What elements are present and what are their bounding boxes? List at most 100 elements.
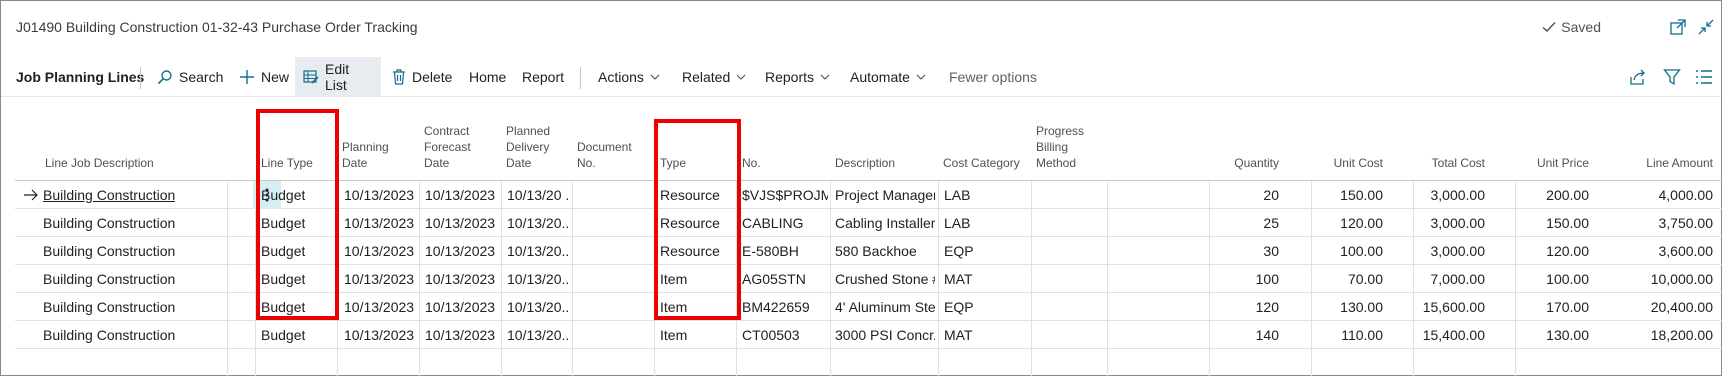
header-contract-forecast-date[interactable]: Contract Forecast Date	[424, 123, 471, 171]
cell-total-cost[interactable]: 7,000.00	[1431, 265, 1486, 293]
cell-unit-cost[interactable]: 150.00	[1340, 181, 1383, 209]
empty-new-row[interactable]	[15, 349, 1722, 376]
cell-total-cost[interactable]: 15,600.00	[1423, 293, 1485, 321]
cell-unit-price[interactable]: 100.00	[1546, 265, 1589, 293]
header-unit-cost[interactable]: Unit Cost	[1334, 155, 1383, 171]
cell-planned-delivery-date[interactable]: 10/13/20...	[507, 237, 569, 265]
cell-line-job-description[interactable]: Building Construction	[43, 321, 175, 349]
cell-total-cost[interactable]: 3,000.00	[1431, 209, 1486, 237]
cell-cost-category[interactable]: LAB	[944, 209, 970, 237]
cell-planning-date[interactable]: 10/13/2023	[344, 265, 414, 293]
cell-unit-price[interactable]: 200.00	[1546, 181, 1589, 209]
cell-line-amount[interactable]: 3,750.00	[1659, 209, 1714, 237]
cell-line-job-description[interactable]: Building Construction	[43, 209, 175, 237]
cell-line-amount[interactable]: 20,400.00	[1651, 293, 1713, 321]
cell-quantity[interactable]: 20	[1263, 181, 1279, 209]
cell-planned-delivery-date[interactable]: 10/13/20...	[507, 265, 569, 293]
cell-description[interactable]: Crushed Stone #2	[835, 265, 935, 293]
reports-menu[interactable]: Reports	[757, 57, 838, 97]
collapse-icon[interactable]	[1697, 18, 1715, 36]
cell-no[interactable]: E-580BH	[742, 237, 828, 265]
cell-no[interactable]: AG05STN	[742, 265, 828, 293]
cell-contract-forecast-date[interactable]: 10/13/2023	[425, 321, 495, 349]
share-icon[interactable]	[1629, 68, 1647, 86]
edit-list-button[interactable]: Edit List	[295, 57, 381, 97]
search-button[interactable]: Search	[149, 57, 231, 97]
cell-unit-cost[interactable]: 130.00	[1340, 293, 1383, 321]
cell-planned-delivery-date[interactable]: 10/13/20 ...	[507, 181, 569, 209]
cell-line-type[interactable]: Budget	[261, 321, 305, 349]
cell-cost-category[interactable]: MAT	[944, 321, 973, 349]
cell-line-job-description[interactable]: Building Construction	[43, 237, 175, 265]
cell-line-job-description[interactable]: Building Construction	[43, 293, 175, 321]
delete-button[interactable]: Delete	[384, 57, 460, 97]
header-planning-date[interactable]: Planning Date	[342, 139, 389, 171]
cell-planned-delivery-date[interactable]: 10/13/20...	[507, 293, 569, 321]
cell-unit-cost[interactable]: 100.00	[1340, 237, 1383, 265]
table-row[interactable]: Building Construction Budget 10/13/2023 10/…	[15, 321, 1722, 349]
header-quantity[interactable]: Quantity	[1234, 155, 1279, 171]
cell-quantity[interactable]: 25	[1263, 209, 1279, 237]
actions-menu[interactable]: Actions	[590, 57, 668, 97]
cell-no[interactable]: CT00503	[742, 321, 828, 349]
home-menu[interactable]: Home	[461, 57, 514, 97]
header-no[interactable]: No.	[742, 155, 761, 171]
cell-quantity[interactable]: 100	[1256, 265, 1279, 293]
cell-unit-price[interactable]: 120.00	[1546, 237, 1589, 265]
cell-contract-forecast-date[interactable]: 10/13/2023	[425, 181, 495, 209]
header-cost-category[interactable]: Cost Category	[943, 155, 1020, 171]
cell-unit-price[interactable]: 130.00	[1546, 321, 1589, 349]
cell-line-amount[interactable]: 18,200.00	[1651, 321, 1713, 349]
cell-planned-delivery-date[interactable]: 10/13/20...	[507, 321, 569, 349]
cell-quantity[interactable]: 30	[1263, 237, 1279, 265]
cell-unit-cost[interactable]: 110.00	[1341, 321, 1383, 349]
cell-line-job-description[interactable]: Building Construction	[43, 181, 175, 209]
header-line-amount[interactable]: Line Amount	[1646, 155, 1713, 171]
cell-contract-forecast-date[interactable]: 10/13/2023	[425, 209, 495, 237]
cell-contract-forecast-date[interactable]: 10/13/2023	[425, 265, 495, 293]
cell-planning-date[interactable]: 10/13/2023	[344, 237, 414, 265]
cell-unit-price[interactable]: 170.00	[1546, 293, 1589, 321]
cell-planning-date[interactable]: 10/13/2023	[344, 293, 414, 321]
header-document-no[interactable]: Document No.	[577, 139, 632, 171]
cell-total-cost[interactable]: 3,000.00	[1431, 237, 1486, 265]
cell-description[interactable]: Project Manager	[835, 181, 935, 209]
header-line-job-description[interactable]: Line Job Description	[45, 155, 154, 171]
cell-planning-date[interactable]: 10/13/2023	[344, 181, 414, 209]
cell-no[interactable]: CABLING	[742, 209, 828, 237]
related-menu[interactable]: Related	[674, 57, 754, 97]
cell-line-amount[interactable]: 10,000.00	[1651, 265, 1713, 293]
cell-no[interactable]: BM422659	[742, 293, 828, 321]
cell-cost-category[interactable]: EQP	[944, 293, 974, 321]
cell-cost-category[interactable]: EQP	[944, 237, 974, 265]
header-total-cost[interactable]: Total Cost	[1432, 155, 1485, 171]
open-in-new-window-icon[interactable]	[1669, 18, 1687, 36]
cell-planned-delivery-date[interactable]: 10/13/20...	[507, 209, 569, 237]
cell-no[interactable]: $VJS$PROJM...	[742, 181, 828, 209]
cell-contract-forecast-date[interactable]: 10/13/2023	[425, 293, 495, 321]
new-button[interactable]: New	[231, 57, 297, 97]
cell-line-amount[interactable]: 4,000.00	[1659, 181, 1714, 209]
cell-quantity[interactable]: 140	[1256, 321, 1279, 349]
cell-type[interactable]: Item	[660, 321, 687, 349]
cell-total-cost[interactable]: 15,400.00	[1423, 321, 1485, 349]
filter-icon[interactable]	[1663, 68, 1681, 86]
cell-total-cost[interactable]: 3,000.00	[1431, 181, 1486, 209]
cell-description[interactable]: Cabling Installer	[835, 209, 935, 237]
list-view-icon[interactable]	[1695, 68, 1713, 86]
fewer-options-button[interactable]: Fewer options	[941, 57, 1045, 97]
cell-line-amount[interactable]: 3,600.00	[1659, 237, 1714, 265]
header-progress-billing-method[interactable]: Progress Billing Method	[1036, 123, 1084, 171]
cell-description[interactable]: 3000 PSI Concr...	[835, 321, 935, 349]
cell-cost-category[interactable]: LAB	[944, 181, 970, 209]
cell-quantity[interactable]: 120	[1256, 293, 1279, 321]
cell-description[interactable]: 4' Aluminum Ste...	[835, 293, 935, 321]
header-planned-delivery-date[interactable]: Planned Delivery Date	[506, 123, 550, 171]
header-description[interactable]: Description	[835, 155, 895, 171]
cell-unit-cost[interactable]: 120.00	[1340, 209, 1383, 237]
automate-menu[interactable]: Automate	[842, 57, 934, 97]
report-menu[interactable]: Report	[514, 57, 572, 97]
cell-description[interactable]: 580 Backhoe	[835, 237, 935, 265]
cell-cost-category[interactable]: MAT	[944, 265, 973, 293]
cell-unit-price[interactable]: 150.00	[1546, 209, 1589, 237]
